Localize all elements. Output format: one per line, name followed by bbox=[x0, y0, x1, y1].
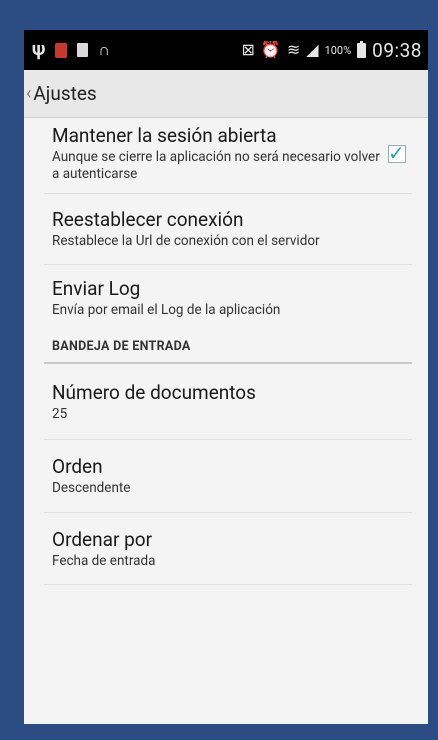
pref-reset-connection[interactable]: Reestablecer conexión Restablece la Url … bbox=[44, 194, 412, 265]
pref-value: Descendente bbox=[52, 480, 131, 496]
phone-screen: ψ ∩ ⊠ ⏰ ≋ ◢ 100% 09:38 ‹ Ajustes Mantene… bbox=[24, 30, 428, 724]
pref-value: 25 bbox=[52, 405, 68, 422]
pref-summary: Envía por email el Log de la aplicación bbox=[52, 302, 281, 318]
pref-text: Mantener la sesión abierta Aunque se cie… bbox=[52, 124, 388, 183]
pref-text: Número de documentos 25 bbox=[52, 381, 412, 423]
headset-icon: ∩ bbox=[98, 40, 110, 59]
pref-title: Ordenar por bbox=[52, 527, 153, 551]
pref-order-by[interactable]: Ordenar por Fecha de entrada bbox=[44, 513, 412, 585]
settings-list: Mantener la sesión abierta Aunque se cie… bbox=[24, 118, 428, 585]
category-header-inbox: BANDEJA DE ENTRADA bbox=[44, 331, 412, 364]
pref-order[interactable]: Orden Descendente bbox=[44, 440, 412, 513]
checkmark-icon: ✓ bbox=[388, 140, 405, 165]
pref-text: Enviar Log Envía por email el Log de la … bbox=[52, 277, 412, 319]
pref-send-log[interactable]: Enviar Log Envía por email el Log de la … bbox=[44, 265, 412, 331]
pref-title: Reestablecer conexión bbox=[52, 208, 244, 231]
pref-text: Orden Descendente bbox=[52, 455, 412, 497]
pref-title: Orden bbox=[52, 455, 103, 478]
pref-text: Reestablecer conexión Restablece la Url … bbox=[52, 208, 412, 250]
no-sync-icon: ⊠ bbox=[241, 40, 255, 59]
pref-text: Ordenar por Fecha de entrada bbox=[52, 528, 412, 570]
signal-icon: ◢ bbox=[306, 40, 319, 59]
notification-icons: ψ ∩ bbox=[32, 41, 242, 59]
pref-title: Enviar Log bbox=[52, 277, 141, 300]
pref-keep-session[interactable]: Mantener la sesión abierta Aunque se cie… bbox=[44, 118, 412, 194]
back-chevron-icon[interactable]: ‹ bbox=[26, 83, 31, 104]
battery-percent: 100% bbox=[324, 43, 352, 57]
status-bar: ψ ∩ ⊠ ⏰ ≋ ◢ 100% 09:38 bbox=[24, 30, 428, 70]
pref-number-of-documents[interactable]: Número de documentos 25 bbox=[44, 364, 412, 440]
pref-value: Fecha de entrada bbox=[52, 552, 156, 569]
alarm-icon: ⏰ bbox=[260, 40, 281, 59]
red-app-icon bbox=[55, 42, 68, 58]
usb-icon: ψ bbox=[32, 39, 46, 60]
page-title: Ajustes bbox=[33, 82, 97, 105]
clock: 09:38 bbox=[372, 38, 422, 62]
pref-title: Número de documentos bbox=[52, 380, 256, 404]
sd-card-icon bbox=[77, 43, 89, 57]
pref-summary: Aunque se cierre la aplicación no será n… bbox=[52, 149, 380, 182]
wifi-icon: ≋ bbox=[286, 40, 301, 59]
keep-session-checkbox[interactable]: ✓ bbox=[388, 141, 406, 165]
battery-icon bbox=[357, 40, 367, 58]
system-icons: ⊠ ⏰ ≋ ◢ 100% 09:38 bbox=[242, 39, 422, 62]
pref-summary: Restablece la Url de conexión con el ser… bbox=[52, 233, 320, 249]
device-frame: ψ ∩ ⊠ ⏰ ≋ ◢ 100% 09:38 ‹ Ajustes Mantene… bbox=[0, 0, 438, 740]
pref-title: Mantener la sesión abierta bbox=[52, 124, 277, 147]
action-bar[interactable]: ‹ Ajustes bbox=[24, 70, 428, 118]
